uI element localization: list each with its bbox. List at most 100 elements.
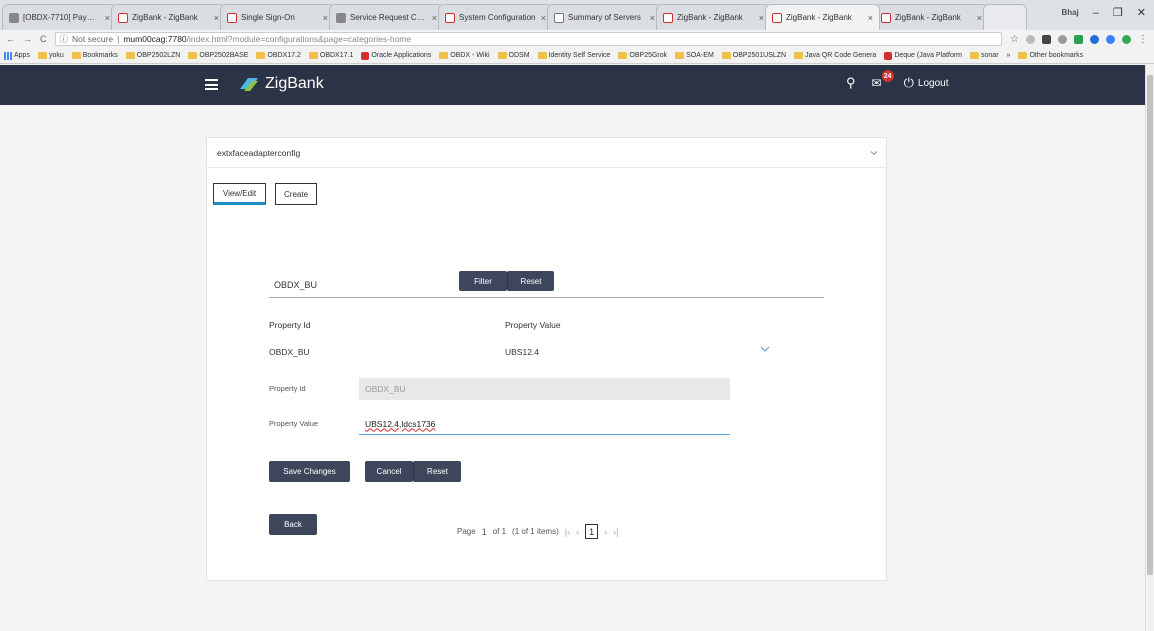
- bookmark-item[interactable]: Apps: [4, 51, 30, 60]
- address-bar-row: ← → C ⓘ Not secure | mum00cag:7780 /inde…: [0, 30, 1154, 48]
- minimize-icon[interactable]: –: [1093, 7, 1099, 19]
- bookmark-item[interactable]: sonar: [970, 52, 999, 59]
- browser-tab[interactable]: Service Request Config ×: [329, 4, 444, 30]
- extension-icon[interactable]: [1074, 34, 1083, 44]
- bookmark-item[interactable]: »: [1007, 52, 1011, 59]
- reload-icon[interactable]: C: [40, 34, 47, 44]
- close-tab-icon[interactable]: ×: [214, 13, 219, 23]
- tab-view-edit[interactable]: View/Edit: [213, 183, 266, 205]
- browser-tab[interactable]: [OBDX-7710] Payment ×: [2, 4, 117, 30]
- filter-reset-button[interactable]: Reset: [507, 271, 554, 291]
- bookmark-label: OBP2502LZN: [136, 52, 181, 59]
- close-tab-icon[interactable]: ×: [977, 13, 982, 23]
- bookmark-item[interactable]: OBP25Grok: [618, 52, 667, 59]
- tab-create[interactable]: Create: [275, 183, 317, 205]
- close-tab-icon[interactable]: ×: [650, 13, 655, 23]
- bookmark-label: »: [1006, 52, 1011, 59]
- star-icon[interactable]: ☆: [1010, 34, 1019, 45]
- prev-page-icon[interactable]: ‹: [576, 527, 579, 537]
- browser-tab[interactable]: ZigBank - ZigBank ×: [656, 4, 771, 30]
- bookmark-label: ODSM: [508, 52, 530, 59]
- bookmark-item[interactable]: Deque (Java Platform: [884, 51, 962, 60]
- close-tab-icon[interactable]: ×: [868, 13, 873, 23]
- bookmark-item[interactable]: Bookmarks: [71, 52, 118, 59]
- filter-input-value: OBDX_BU: [274, 280, 318, 290]
- bookmark-item[interactable]: SOA-EM: [675, 52, 714, 59]
- mail-icon[interactable]: ✉ 24: [872, 70, 894, 90]
- bookmark-item[interactable]: Other bookmarks: [1018, 52, 1083, 59]
- browser-tab[interactable]: ZigBank - ZigBank ×: [111, 4, 226, 30]
- browser-tab[interactable]: Summary of Servers ×: [547, 4, 662, 30]
- row-expand-chevron-icon[interactable]: [760, 345, 770, 353]
- tab-favicon-icon: [336, 12, 346, 23]
- browser-tab[interactable]: ZigBank - ZigBank ×: [874, 4, 989, 30]
- bookmark-item[interactable]: OBP2501USLZN: [721, 52, 786, 59]
- extension-icon[interactable]: [1058, 34, 1067, 44]
- brand-logo[interactable]: ZigBank: [238, 75, 324, 93]
- first-page-icon[interactable]: |‹: [565, 527, 570, 537]
- extension-icon[interactable]: [1090, 34, 1099, 44]
- config-category-select[interactable]: extxfaceadapterconfig: [207, 138, 888, 168]
- bookmark-item[interactable]: ODSM: [497, 52, 530, 59]
- bookmark-label: SOA-EM: [686, 52, 714, 59]
- profile-name[interactable]: Bhaj: [1061, 8, 1078, 17]
- page-number-button[interactable]: 1: [585, 524, 599, 539]
- close-tab-icon[interactable]: ×: [432, 13, 437, 23]
- scrollbar-thumb[interactable]: [1147, 75, 1153, 575]
- browser-tab[interactable]: ZigBank - ZigBank ×: [765, 4, 880, 30]
- search-icon[interactable]: ⚲: [846, 75, 856, 91]
- bookmark-item[interactable]: yoku: [37, 52, 64, 59]
- form-label-property-id: Property Id: [269, 384, 306, 393]
- menu-icon[interactable]: ⋮: [1138, 34, 1148, 45]
- config-category-value: extxfaceadapterconfig: [217, 147, 301, 158]
- back-button[interactable]: Back: [269, 514, 317, 535]
- extension-icon[interactable]: [1026, 34, 1035, 44]
- info-icon[interactable]: ⓘ: [60, 33, 69, 45]
- extension-icon[interactable]: [1042, 34, 1051, 44]
- new-tab-button[interactable]: [983, 4, 1027, 30]
- filter-button[interactable]: Filter: [459, 271, 507, 291]
- hamburger-menu-icon[interactable]: [205, 79, 218, 90]
- tab-favicon-icon: [772, 12, 782, 23]
- browser-tab[interactable]: System Configuration ×: [438, 4, 553, 30]
- last-page-icon[interactable]: ›|: [613, 527, 618, 537]
- bookmark-label: OBP25Grok: [629, 52, 668, 59]
- close-tab-icon[interactable]: ×: [105, 13, 110, 23]
- close-window-icon[interactable]: ✕: [1137, 6, 1146, 19]
- tab-title: System Configuration: [459, 13, 536, 22]
- close-tab-icon[interactable]: ×: [323, 13, 328, 23]
- forward-arrow-icon[interactable]: →: [23, 34, 32, 44]
- bookmark-item[interactable]: Java QR Code Genera: [794, 52, 876, 59]
- bookmark-icon: [188, 52, 198, 59]
- bookmark-item[interactable]: OBDX - Wiki: [439, 52, 490, 59]
- bookmark-item[interactable]: OBDX17.1: [308, 52, 353, 59]
- extension-icon[interactable]: [1106, 34, 1115, 44]
- logout-button[interactable]: ⏻ Logout: [904, 75, 949, 91]
- bookmark-item[interactable]: Identity Self Service: [537, 52, 610, 59]
- browser-tab[interactable]: Single Sign-On ×: [220, 4, 335, 30]
- close-tab-icon[interactable]: ×: [541, 13, 546, 23]
- bookmark-item[interactable]: OBDX17.2: [256, 52, 301, 59]
- bookmark-icon: [37, 52, 47, 59]
- bookmark-item[interactable]: OBP2502BASE: [188, 52, 248, 59]
- cancel-button[interactable]: Cancel: [365, 461, 413, 482]
- url-field[interactable]: ⓘ Not secure | mum00cag:7780 /index.html…: [54, 32, 1003, 46]
- bookmark-item[interactable]: OBP2502LZN: [125, 52, 181, 59]
- tab-title: Service Request Config: [350, 13, 428, 22]
- bookmark-item[interactable]: Oracle Applications: [361, 51, 431, 60]
- back-arrow-icon[interactable]: ←: [6, 34, 15, 44]
- tab-favicon-icon: [118, 12, 128, 23]
- restore-icon[interactable]: ❐: [1113, 6, 1123, 19]
- extension-icon[interactable]: [1122, 34, 1131, 44]
- save-changes-button[interactable]: Save Changes: [269, 461, 350, 482]
- row-property-id: OBDX_BU: [269, 347, 310, 357]
- bookmark-icon: [1018, 52, 1028, 59]
- property-value-field[interactable]: UBS12.4,ldcs1736: [359, 413, 730, 435]
- page-scrollbar[interactable]: [1145, 65, 1154, 631]
- tab-title: ZigBank - ZigBank: [132, 13, 198, 22]
- url-host: mum00cag:7780: [123, 34, 187, 44]
- form-reset-button[interactable]: Reset: [413, 461, 461, 482]
- bookmark-label: Java QR Code Genera: [805, 52, 877, 59]
- next-page-icon[interactable]: ›: [604, 527, 607, 537]
- close-tab-icon[interactable]: ×: [759, 13, 764, 23]
